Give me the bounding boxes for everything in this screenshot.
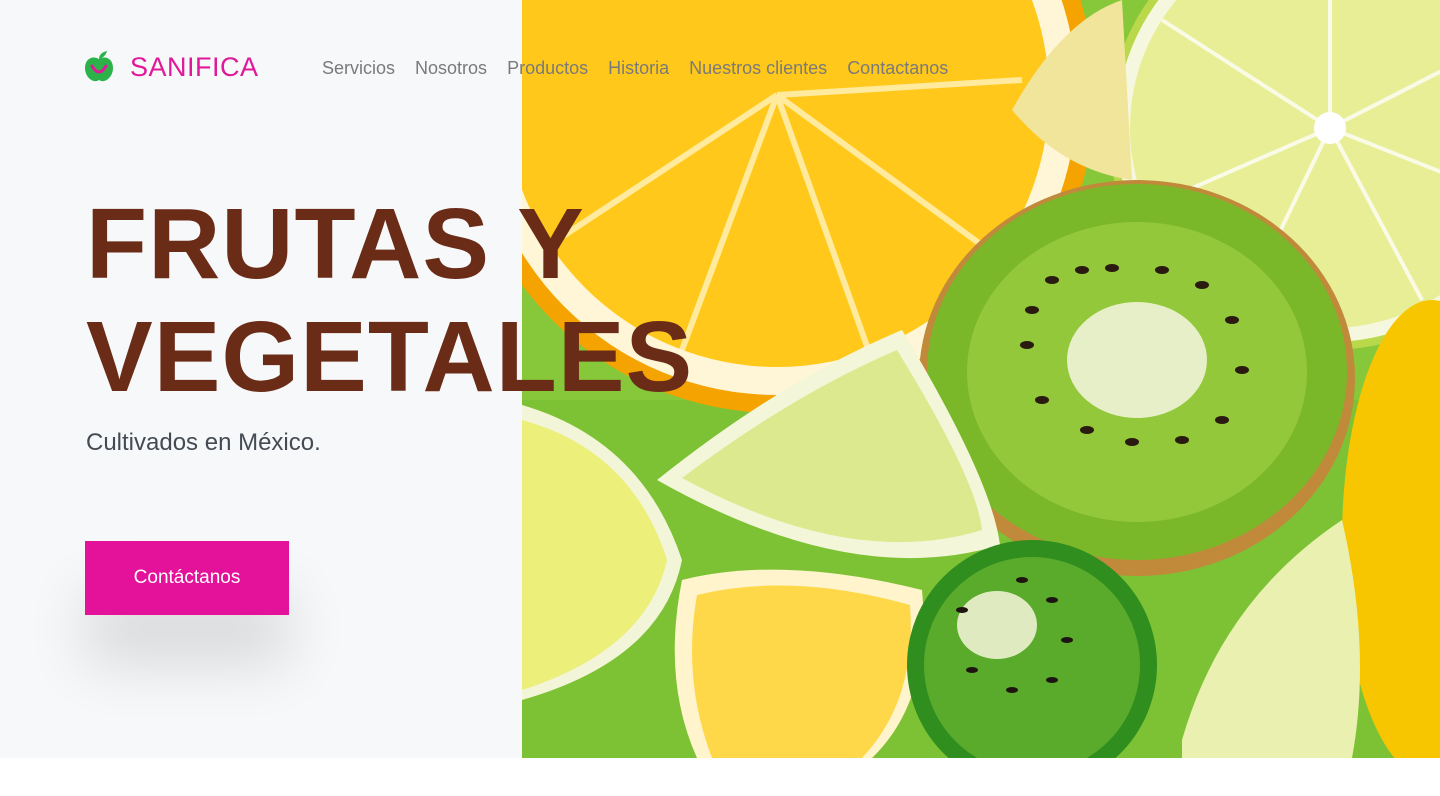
hero-title: FRUTAS Y VEGETALES bbox=[86, 188, 693, 414]
nav-item-contactanos[interactable]: Contactanos bbox=[847, 57, 948, 79]
contact-button[interactable]: Contáctanos bbox=[85, 541, 289, 615]
brand-logo[interactable]: SANIFICA bbox=[84, 49, 259, 85]
nav-item-historia[interactable]: Historia bbox=[608, 57, 669, 79]
apple-leaf-icon bbox=[85, 51, 113, 82]
lemon-wedge-bottom bbox=[674, 569, 924, 758]
hero-title-line-2: VEGETALES bbox=[86, 301, 694, 413]
brand-name: SANIFICA bbox=[130, 51, 259, 82]
hero-section: SANIFICA Servicios Nosotros Productos Hi… bbox=[0, 0, 1440, 758]
hero-title-line-1: FRUTAS Y bbox=[86, 188, 585, 300]
nav-item-productos[interactable]: Productos bbox=[507, 57, 588, 79]
main-nav: Servicios Nosotros Productos Historia Nu… bbox=[322, 57, 948, 79]
nav-item-nuestros-clientes[interactable]: Nuestros clientes bbox=[689, 57, 827, 79]
nav-item-nosotros[interactable]: Nosotros bbox=[415, 57, 487, 79]
hero-subtitle: Cultivados en México. bbox=[86, 429, 321, 456]
nav-item-servicios[interactable]: Servicios bbox=[322, 57, 395, 79]
